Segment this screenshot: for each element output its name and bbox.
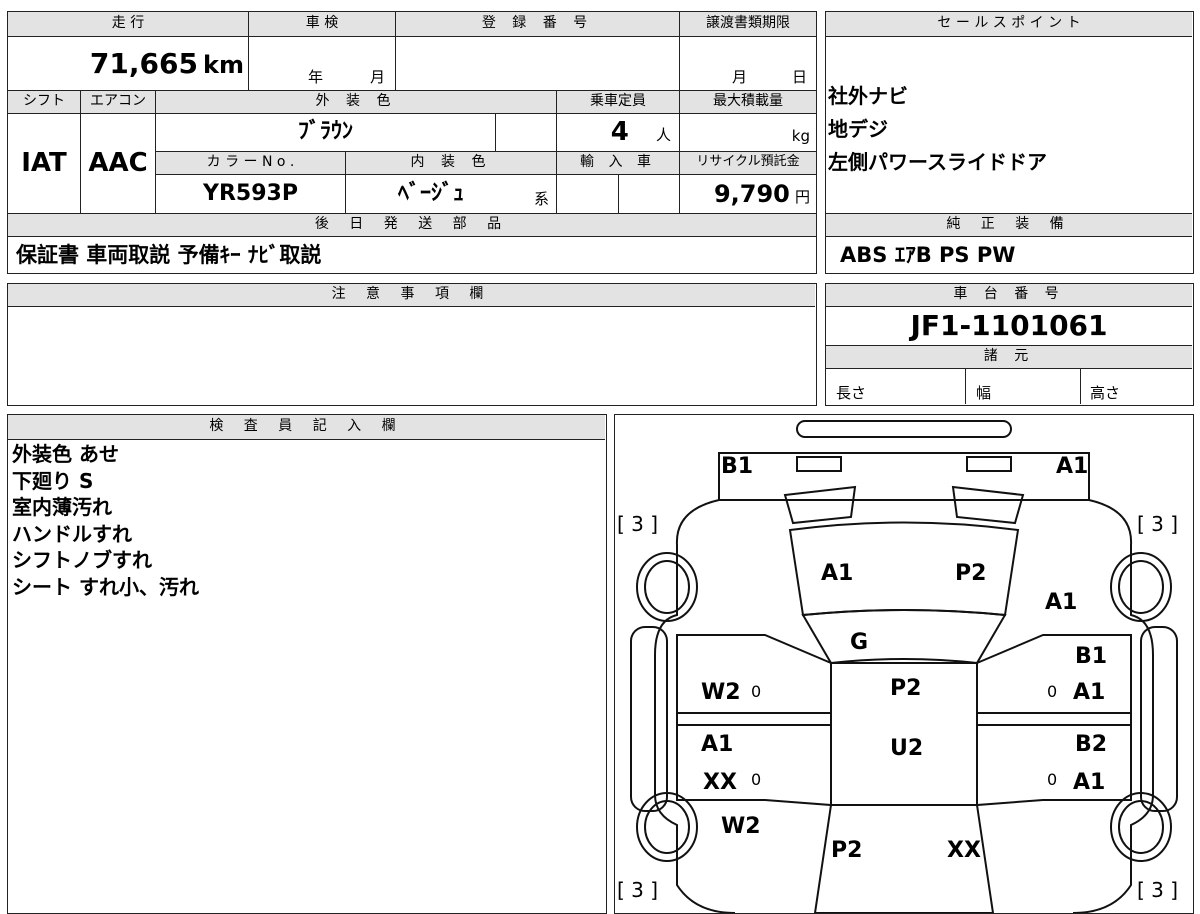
mark-left-rear-door-a: A1: [701, 732, 733, 757]
mark-zero: 0: [751, 770, 761, 789]
sales-point-item: 地デジ: [828, 117, 888, 141]
recycle-label: リサイクル預託金: [680, 152, 816, 174]
mark-left-rear-door-b: XX: [703, 770, 737, 795]
comment-line: 室内薄汚れ: [12, 495, 112, 519]
sales-points-label: セ ー ル ス ポ イ ン ト: [826, 12, 1192, 36]
mark-rear-right: XX: [947, 838, 981, 863]
mark-hood-left: A1: [821, 561, 853, 586]
notes-label: 注 意 事 項 欄: [8, 284, 815, 306]
specs-label: 諸 元: [826, 346, 1192, 368]
spec-length: 長さ: [836, 384, 867, 402]
chassis-label: 車 台 番 号: [826, 284, 1192, 306]
inspector-label: 検 査 員 記 入 欄: [8, 415, 605, 439]
mark-tire-tr: [ 3 ]: [1137, 512, 1178, 536]
import-label: 輸 入 車: [557, 152, 679, 174]
recycle-unit: 円: [794, 188, 810, 206]
chassis-box: 車 台 番 号 JF1-1101061 諸 元 長さ 幅 高さ: [825, 283, 1194, 406]
ext-color-label: 外 装 色: [156, 91, 556, 113]
color-no-value: YR593P: [203, 181, 298, 206]
sales-points-box: セ ー ル ス ポ イ ン ト 社外ナビ 地デジ 左側パワースライドドア 純 正…: [825, 11, 1194, 274]
aircon-value: AAC: [88, 148, 148, 178]
later-parts-label: 後 日 発 送 部 品: [8, 214, 816, 236]
recycle-value: 9,790 円: [713, 180, 810, 208]
transfer-month: 月: [732, 68, 748, 86]
sales-point-item: 左側パワースライドドア: [828, 150, 1047, 174]
inspection-label: 車 検: [249, 12, 395, 36]
mark-right-fender: A1: [1045, 590, 1077, 615]
mark-windshield: G: [850, 630, 868, 655]
mark-front-right: A1: [1056, 454, 1088, 479]
mark-tire-br: [ 3 ]: [1137, 878, 1178, 902]
max-load-unit: kg: [791, 127, 810, 145]
standard-equipment-label: 純 正 装 備: [826, 214, 1192, 236]
mark-zero: 0: [751, 682, 761, 701]
mark-roof-back: U2: [890, 736, 923, 761]
int-color-suffix: 系: [534, 190, 550, 208]
capacity-unit: 人: [655, 126, 671, 144]
notes-box: 注 意 事 項 欄: [7, 283, 817, 406]
inspection-month: 月: [370, 68, 386, 86]
standard-equipment-value: ABS ｴｱB PS PW: [840, 243, 1016, 267]
mark-roof-front: P2: [890, 676, 921, 701]
mark-tire-tl: [ 3 ]: [617, 512, 658, 536]
spec-width: 幅: [976, 384, 992, 402]
registration-label: 登 録 番 号: [396, 12, 679, 36]
mark-hood-right: P2: [955, 561, 986, 586]
mark-right-front-door-b: A1: [1073, 680, 1105, 705]
comment-line: シート すれ小、汚れ: [12, 574, 199, 599]
capacity-value: 4 人: [610, 117, 671, 147]
mark-tire-bl: [ 3 ]: [617, 878, 658, 902]
sales-point-item: 社外ナビ: [828, 84, 908, 108]
aircon-label: エアコン: [81, 91, 155, 113]
comment-line: シフトノブすれ: [12, 548, 152, 572]
comment-line: 下廻り S: [12, 468, 94, 493]
mark-zero: 0: [1047, 770, 1057, 789]
spec-height: 高さ: [1090, 384, 1121, 402]
comment-line: 外装色 あせ: [12, 442, 119, 466]
color-no-label: カ ラ ー N o .: [156, 152, 345, 174]
comment-line: ハンドルすれ: [12, 521, 132, 546]
int-color-value: ﾍﾞｰｼﾞｭ: [397, 181, 464, 206]
car-diagram-box: B1 A1 [ 3 ] [ 3 ] [ 3 ] [ 3 ] A1 P2 A1 G…: [614, 414, 1194, 914]
inspector-box: 検 査 員 記 入 欄 外装色 あせ 下廻り S 室内薄汚れ ハンドルすれ シフ…: [7, 414, 607, 914]
car-diagram: B1 A1 [ 3 ] [ 3 ] [ 3 ] [ 3 ] A1 P2 A1 G…: [617, 420, 1178, 913]
capacity-label: 乗車定員: [557, 91, 679, 113]
transfer-day: 日: [792, 68, 808, 86]
mark-front-left: B1: [721, 454, 753, 479]
vehicle-info-table: 走 行 車 検 登 録 番 号 譲渡書類期限 71,665 km 年 月 月 日…: [7, 11, 817, 274]
later-parts-value: 保証書 車両取説 予備ｷｰ ﾅﾋﾞ取説: [16, 243, 322, 267]
mark-right-rear-door-a: B2: [1075, 732, 1107, 757]
inspection-year: 年: [308, 68, 324, 86]
shift-value: IAT: [21, 148, 67, 178]
mark-right-front-door-a: B1: [1075, 644, 1107, 669]
mark-rear-left: P2: [831, 838, 862, 863]
mileage-unit: km: [203, 51, 244, 79]
max-load-label: 最大積載量: [680, 91, 816, 113]
mark-left-front-door: W2: [701, 680, 741, 705]
int-color-label: 内 装 色: [346, 152, 556, 174]
transfer-deadline-label: 譲渡書類期限: [680, 12, 816, 36]
mark-left-quarter: W2: [721, 814, 761, 839]
mileage-value: 71,665 km: [89, 47, 244, 80]
mark-zero: 0: [1047, 682, 1057, 701]
chassis-number: JF1-1101061: [910, 309, 1108, 342]
shift-label: シフト: [8, 91, 80, 113]
mileage-label: 走 行: [8, 12, 248, 36]
mark-right-rear-door-b: A1: [1073, 770, 1105, 795]
inspector-comments: 外装色 あせ 下廻り S 室内薄汚れ ハンドルすれ シフトノブすれ シート すれ…: [12, 441, 199, 600]
ext-color-value: ﾌﾞﾗｳﾝ: [297, 119, 353, 144]
